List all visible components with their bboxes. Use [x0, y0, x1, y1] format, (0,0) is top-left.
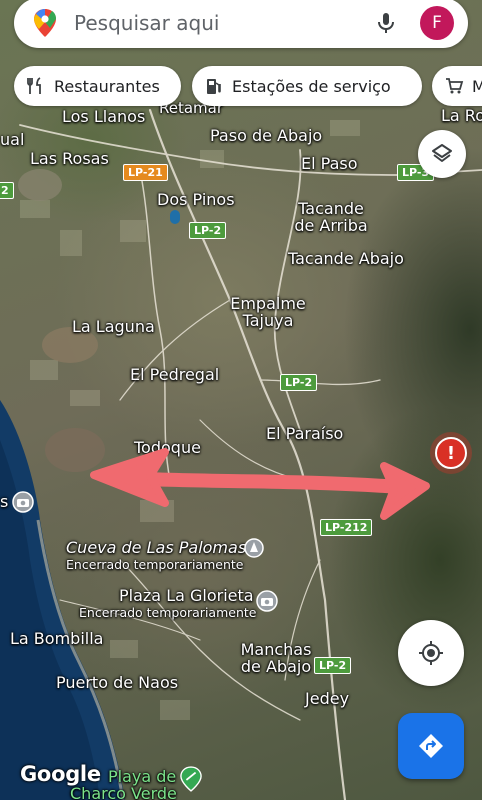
google-maps-pin-icon: [34, 9, 56, 37]
directions-button[interactable]: [398, 713, 464, 779]
chip-label: Estações de serviço: [232, 76, 391, 96]
chip-label: Restaurantes: [54, 76, 160, 96]
crosshair-icon: [419, 641, 443, 665]
chip-label: M: [472, 76, 482, 96]
search-bar[interactable]: Pesquisar aqui F: [14, 0, 468, 48]
layers-icon: [432, 144, 452, 162]
map-view[interactable]: Los Llanos Retamar Paso de Abajo La Ros …: [0, 0, 482, 800]
chip-gas-stations[interactable]: Estações de serviço: [192, 66, 422, 106]
avatar[interactable]: F: [420, 6, 454, 40]
microphone-icon[interactable]: [374, 11, 398, 35]
google-logo: Google: [20, 762, 101, 786]
chip-restaurants[interactable]: Restaurantes: [14, 66, 181, 106]
fork-knife-icon: [27, 77, 41, 94]
chip-shopping[interactable]: M: [432, 66, 482, 106]
search-input[interactable]: Pesquisar aqui: [74, 11, 374, 35]
double-arrow-annotation: [90, 448, 430, 520]
gas-pump-icon: [207, 79, 221, 94]
my-location-button[interactable]: [398, 620, 464, 686]
directions-icon: [419, 734, 443, 758]
shopping-cart-icon: [446, 78, 464, 94]
layers-button[interactable]: [418, 130, 466, 178]
